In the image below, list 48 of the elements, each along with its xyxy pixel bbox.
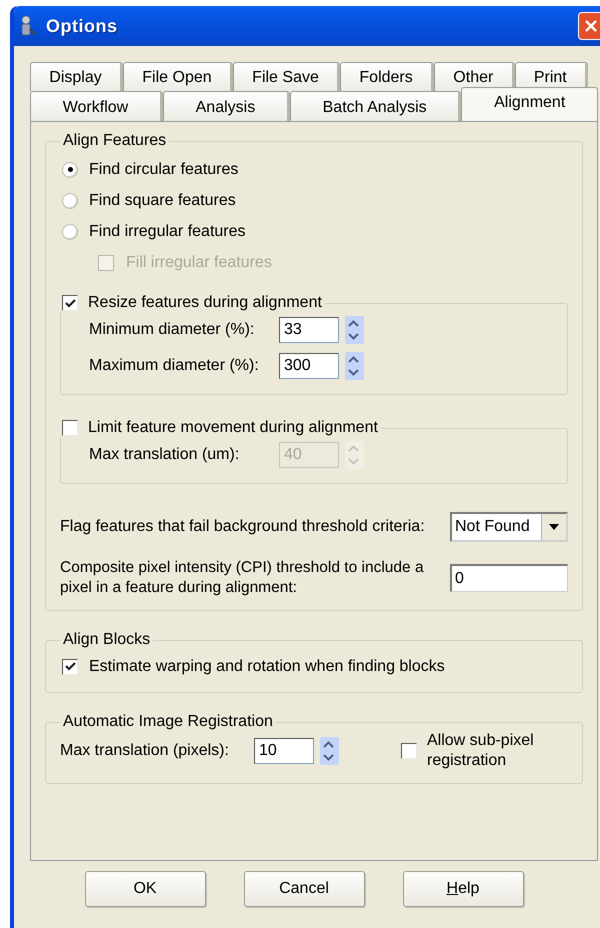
dialog-button[interactable]: OK	[84, 871, 206, 907]
checkbox[interactable]	[62, 658, 78, 674]
radio-button[interactable]	[62, 192, 78, 208]
radio-button[interactable]	[62, 224, 78, 240]
checkbox[interactable]	[62, 295, 78, 311]
field-label: Minimum diameter (%):	[89, 321, 256, 339]
field-label: Max translation (pixels):	[60, 742, 230, 760]
number-field[interactable]: 33	[279, 317, 339, 343]
checkbox-label: Estimate warping and rotation when finding blocks	[89, 658, 445, 676]
tab[interactable]: File Save	[232, 62, 340, 91]
dialog-button[interactable]: Help	[402, 871, 524, 907]
tab[interactable]: Other	[434, 62, 515, 91]
checkbox-label: Allow sub-pixel registration	[427, 731, 535, 771]
field-label: Maximum diameter (%):	[89, 357, 260, 375]
checkbox[interactable]	[62, 420, 78, 436]
tab[interactable]: Workflow	[30, 91, 163, 121]
checkbox-label: Resize features during alignment	[88, 294, 322, 312]
dialog-button[interactable]: Cancel	[244, 871, 364, 907]
checkbox[interactable]	[401, 743, 417, 759]
input-field[interactable]: 0	[450, 564, 568, 592]
tab[interactable]: Alignment	[461, 87, 598, 121]
dropdown[interactable]: Not Found	[450, 512, 568, 542]
radio-label: Find circular features	[89, 160, 238, 178]
field-label: Max translation (um):	[89, 446, 240, 464]
radio-label: Find square features	[89, 192, 236, 210]
number-field[interactable]: 300	[279, 353, 339, 379]
checkbox-label: Limit feature movement during alignment	[88, 419, 378, 437]
group-title: Automatic Image Registration	[63, 713, 273, 730]
checkbox-label: Fill irregular features	[126, 254, 272, 272]
spin-button[interactable]	[345, 316, 364, 344]
spin-button[interactable]	[345, 352, 364, 380]
tab[interactable]: File Open	[123, 62, 233, 91]
person-magnifier-icon	[20, 15, 38, 37]
number-field[interactable]: 10	[254, 738, 314, 764]
field-label: Flag features that fail background threshold criteria:	[60, 518, 425, 536]
caret-icon	[549, 524, 559, 530]
radio-label: Find irregular features	[89, 222, 246, 240]
tab[interactable]: Analysis	[162, 91, 290, 121]
tab[interactable]: Folders	[340, 62, 434, 91]
spin-button[interactable]	[320, 737, 339, 765]
close-icon	[583, 18, 599, 34]
window-title: Options	[46, 16, 118, 36]
radio-button[interactable]	[62, 162, 78, 178]
field-label: Composite pixel intensity (CPI) threshold to include a pixel in a feature during alignment:	[60, 558, 425, 598]
tab[interactable]: Display	[30, 62, 123, 91]
group-title: Align Features	[63, 132, 166, 149]
tab[interactable]: Batch Analysis	[290, 91, 462, 121]
group-title: Align Blocks	[63, 631, 150, 648]
